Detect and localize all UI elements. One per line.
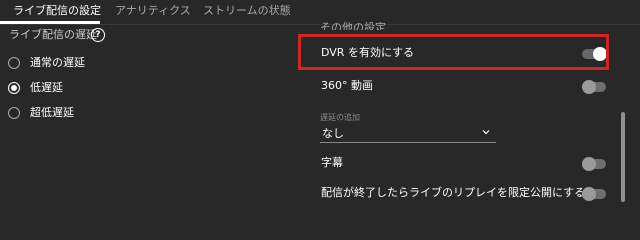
highlight-annotation-box xyxy=(298,34,609,70)
toggle-knob xyxy=(582,80,596,94)
radio-label: 超低遅延 xyxy=(30,106,74,119)
chevron-down-icon xyxy=(482,130,490,135)
radio-label: 低遅延 xyxy=(30,81,63,94)
captions-label: 字幕 xyxy=(321,156,343,169)
video-360-toggle[interactable] xyxy=(582,80,606,94)
tab-analytics[interactable]: アナリティクス xyxy=(115,4,191,18)
video-360-label: 360° 動画 xyxy=(321,79,373,92)
delay-select-value: なし xyxy=(322,127,344,140)
toggle-knob xyxy=(582,157,596,171)
radio-button-icon[interactable] xyxy=(8,107,20,119)
tab-live-settings[interactable]: ライブ配信の設定 xyxy=(13,4,101,18)
scrollbar-thumb[interactable] xyxy=(621,112,625,202)
select-underline xyxy=(320,142,496,143)
unlisted-replay-label: 配信が終了したらライブのリプレイを限定公開にする xyxy=(321,186,586,199)
unlisted-replay-toggle[interactable] xyxy=(582,187,606,201)
captions-toggle[interactable] xyxy=(582,157,606,171)
radio-label: 通常の遅延 xyxy=(30,56,85,69)
delay-select-label: 遅延の追加 xyxy=(320,113,360,122)
other-settings-title: その他の設定 xyxy=(320,22,386,30)
latency-title: ライブ配信の遅延 xyxy=(9,28,97,41)
radio-button-checked-icon[interactable] xyxy=(8,82,20,94)
radio-button-icon[interactable] xyxy=(8,57,20,69)
delay-select[interactable]: 遅延の追加 なし xyxy=(320,113,496,143)
help-circle-icon[interactable]: ? xyxy=(91,28,105,42)
toggle-knob xyxy=(582,187,596,201)
tab-bar: ライブ配信の設定 アナリティクス ストリームの状態 xyxy=(0,0,640,24)
tab-stream-health[interactable]: ストリームの状態 xyxy=(203,4,291,18)
